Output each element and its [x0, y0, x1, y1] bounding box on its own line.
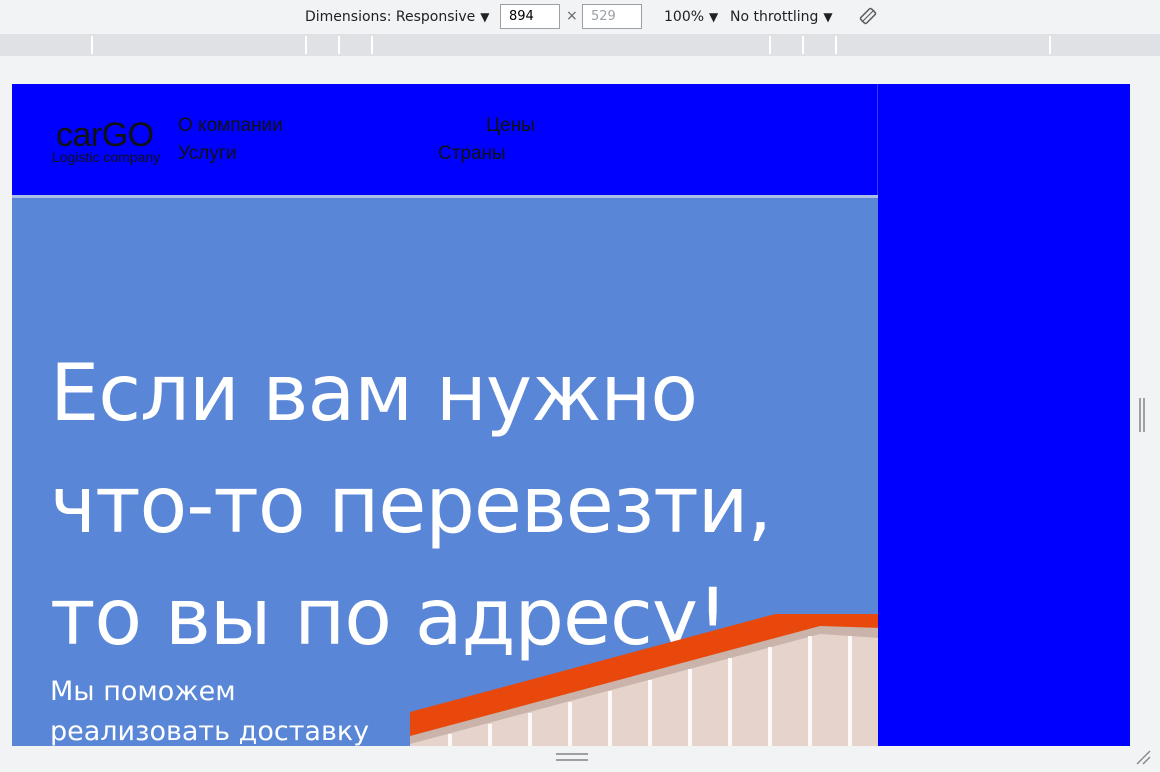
chevron-down-icon: ▼ — [480, 10, 490, 24]
hero-title-line: Если вам нужно — [50, 349, 698, 439]
logo-subtitle: Logistic company — [52, 149, 161, 165]
right-resize-handle[interactable] — [1139, 398, 1145, 432]
media-query-marker — [1049, 36, 1051, 54]
hero-subtitle-line: реализовать доставку — [50, 716, 370, 746]
chevron-down-icon: ▼ — [823, 10, 833, 24]
media-query-bar[interactable] — [0, 34, 1160, 56]
media-query-marker — [338, 36, 340, 54]
width-input[interactable]: 894 — [500, 4, 560, 29]
throttling-label: No throttling — [730, 9, 819, 25]
emulated-viewport: carGO Logistic company О компании Цены У… — [12, 84, 1130, 746]
dimensions-label: Dimensions: Responsive — [305, 9, 476, 25]
times-symbol: × — [566, 8, 578, 24]
shipping-container-illustration — [410, 614, 878, 746]
hero-subtitle-line: Мы поможем — [50, 676, 236, 707]
zoom-label: 100% — [664, 9, 705, 25]
height-input[interactable]: 529 — [582, 4, 642, 29]
nav-link-prices[interactable]: Цены — [486, 116, 535, 135]
dimensions-dropdown[interactable]: Dimensions: Responsive ▼ — [305, 0, 490, 34]
viewport-overflow-area — [878, 84, 1130, 746]
media-query-marker — [371, 36, 373, 54]
media-query-marker — [835, 36, 837, 54]
website: carGO Logistic company О компании Цены У… — [12, 84, 878, 746]
nav-link-about[interactable]: О компании — [178, 116, 283, 135]
zoom-dropdown[interactable]: 100% ▼ — [664, 0, 718, 34]
site-header: carGO Logistic company О компании Цены У… — [12, 84, 878, 195]
hero-section: Если вам нужно что-то перевезти, то вы п… — [12, 195, 878, 746]
hero-subtitle: Мы поможем реализовать доставку — [50, 672, 390, 746]
rotate-icon[interactable] — [859, 7, 877, 25]
media-query-marker — [802, 36, 804, 54]
media-query-marker — [769, 36, 771, 54]
throttling-dropdown[interactable]: No throttling ▼ — [730, 0, 833, 34]
corner-resize-handle[interactable] — [1134, 748, 1152, 766]
devtools-device-toolbar: Dimensions: Responsive ▼ 894 × 529 100% … — [0, 0, 1160, 34]
media-query-marker — [91, 36, 93, 54]
bottom-resize-handle[interactable] — [556, 753, 588, 761]
logo[interactable]: carGO — [56, 118, 154, 152]
chevron-down-icon: ▼ — [709, 10, 719, 24]
nav-link-countries[interactable]: Страны — [438, 144, 506, 163]
media-query-marker — [305, 36, 307, 54]
nav-link-services[interactable]: Услуги — [178, 144, 236, 163]
hero-title-line: что-то перевезти, — [50, 461, 772, 551]
